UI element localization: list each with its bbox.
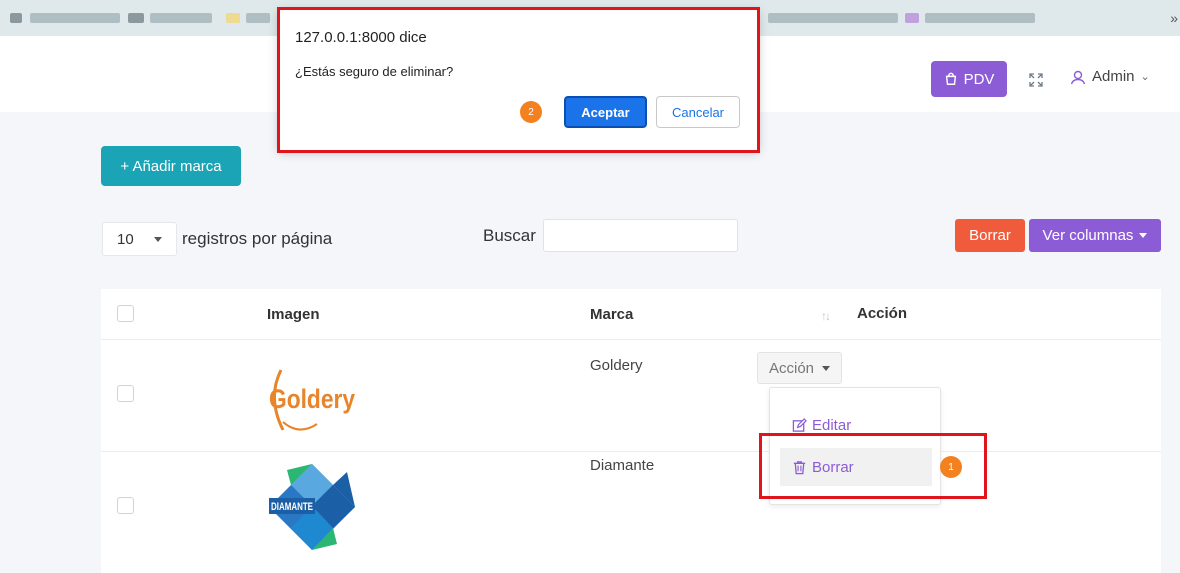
caret-down-icon — [822, 365, 831, 371]
page-length-value: 10 — [117, 230, 134, 248]
page-length-label: registros por página — [182, 229, 333, 248]
caret-down-icon — [153, 236, 162, 242]
bookmark-item[interactable] — [925, 13, 1035, 23]
fullscreen-icon[interactable] — [1029, 73, 1043, 87]
row-checkbox[interactable] — [117, 497, 134, 514]
row-checkbox[interactable] — [117, 385, 134, 402]
goldery-logo: Goldery — [265, 358, 365, 438]
user-menu[interactable]: Admin ⌄ — [1070, 68, 1150, 85]
edit-icon — [792, 417, 807, 432]
diamante-logo: DIAMANTE — [267, 462, 357, 552]
column-header-image[interactable]: Imagen — [267, 306, 320, 323]
column-visibility-button[interactable]: Ver columnas — [1029, 219, 1161, 252]
chevron-down-icon: ⌄ — [1140, 71, 1150, 83]
brands-table: Imagen Marca ↑↓ Acción Goldery Goldery D… — [101, 289, 1161, 573]
user-name: Admin — [1092, 68, 1135, 85]
bookmark-item[interactable] — [768, 13, 898, 23]
brand-name: Goldery — [590, 357, 643, 374]
bookmark-item[interactable] — [150, 13, 212, 23]
bulk-delete-button[interactable]: Borrar — [955, 219, 1025, 252]
diamante-logo-text: DIAMANTE — [271, 501, 313, 513]
page-length-select[interactable]: 10 — [102, 222, 177, 256]
action-dropdown-button[interactable]: Acción — [757, 352, 842, 384]
user-icon — [1070, 70, 1086, 84]
bookmark-icon[interactable] — [128, 13, 144, 23]
table-row: Goldery Goldery — [101, 340, 1161, 452]
folder-icon[interactable] — [226, 13, 240, 23]
column-header-brand[interactable]: Marca — [590, 306, 633, 323]
pdv-button[interactable]: PDV — [931, 61, 1007, 97]
pdv-label: PDV — [963, 70, 995, 88]
caret-down-icon — [1139, 233, 1148, 238]
bookmark-icon[interactable] — [905, 13, 919, 23]
brand-name: Diamante — [590, 457, 655, 474]
action-dropdown-label: Acción — [768, 359, 815, 377]
bookmarks-overflow-icon[interactable]: » — [1170, 10, 1178, 26]
highlight-box-step2 — [277, 7, 760, 153]
column-visibility-label: Ver columnas — [1042, 227, 1134, 244]
column-header-action: Acción — [857, 305, 908, 322]
search-input[interactable] — [543, 219, 738, 252]
bookmark-icon[interactable] — [10, 13, 22, 23]
edit-menu-label: Editar — [812, 416, 852, 434]
bookmark-item[interactable] — [246, 13, 270, 23]
table-header: Imagen Marca ↑↓ Acción — [101, 289, 1161, 340]
table-row: DIAMANTE Diamante — [101, 452, 1161, 573]
goldery-logo-text: Goldery — [269, 384, 355, 414]
step-marker-1: 1 — [940, 456, 962, 478]
bookmark-item[interactable] — [30, 13, 120, 23]
shopping-bag-icon — [945, 72, 956, 85]
add-brand-button[interactable]: + Añadir marca — [101, 146, 241, 186]
select-all-checkbox[interactable] — [117, 305, 134, 322]
sort-icon[interactable]: ↑↓ — [821, 309, 831, 323]
search-label: Buscar — [483, 226, 536, 245]
